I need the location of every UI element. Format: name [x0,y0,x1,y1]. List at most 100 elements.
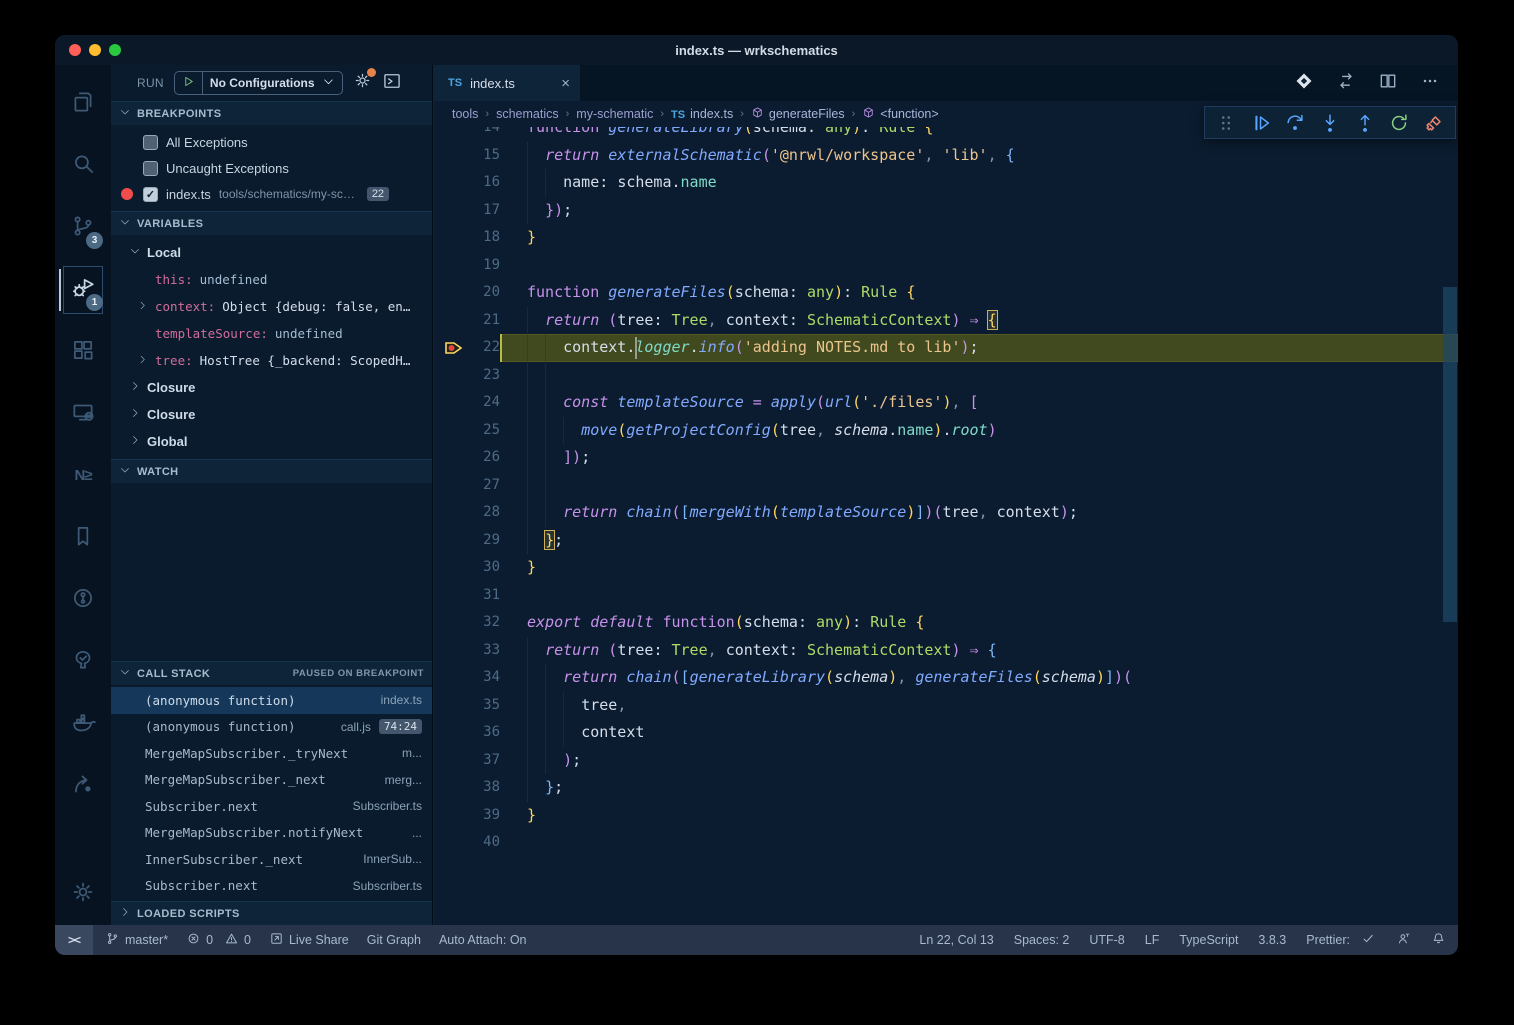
statusbar-feedback[interactable] [1396,931,1411,949]
line-number[interactable]: 37 [434,747,500,775]
breakpoint-row[interactable]: ✓index.tstools/schematics/my-sch...22 [111,181,432,207]
step-out-icon[interactable] [1354,112,1376,134]
code-line-40[interactable]: 40 [434,829,1458,857]
line-number[interactable]: 33 [434,637,500,665]
remote-indicator[interactable]: >< [55,925,93,955]
open-changes-icon[interactable] [1336,71,1356,96]
variables-scope-closure[interactable]: Closure [111,374,432,401]
line-number[interactable]: 40 [434,829,500,857]
call-stack-frame[interactable]: (anonymous function)index.ts [111,687,432,714]
restart-icon[interactable] [1388,112,1410,134]
breakpoint-row[interactable]: All Exceptions [111,129,432,155]
start-debug-icon[interactable] [182,75,195,91]
disconnect-icon[interactable] [1423,112,1445,134]
variable-row[interactable]: this:undefined [111,266,432,293]
line-number[interactable]: 27 [434,472,500,500]
line-number[interactable]: 24 [434,389,500,417]
statusbar-language[interactable]: TypeScript [1179,933,1238,947]
statusbar-cursor-position[interactable]: Ln 22, Col 13 [919,933,993,947]
line-number[interactable]: 38 [434,774,500,802]
debug-settings-gear-icon[interactable] [353,71,372,95]
code-line-32[interactable]: 32export default function(schema: any): … [434,609,1458,637]
chevron-right-icon[interactable] [137,299,148,314]
code-line-33[interactable]: 33 return (tree: Tree, context: Schemati… [434,637,1458,665]
code-line-25[interactable]: 25 move(getProjectConfig(tree, schema.na… [434,417,1458,445]
line-number[interactable]: 31 [434,582,500,610]
statusbar-prettier[interactable]: Prettier: [1306,931,1376,949]
line-number[interactable]: 19 [434,252,500,280]
line-number[interactable]: 14 [434,127,500,142]
line-number[interactable]: 18 [434,224,500,252]
line-number[interactable]: 28 [434,499,500,527]
call-stack-frame[interactable]: MergeMapSubscriber._tryNextm... [111,740,432,767]
activity-item-remote-explorer[interactable] [59,383,107,445]
code-line-36[interactable]: 36 context [434,719,1458,747]
statusbar-ts-version[interactable]: 3.8.3 [1258,933,1286,947]
breakpoint-row[interactable]: Uncaught Exceptions [111,155,432,181]
code-line-22[interactable]: 22 context.logger.info('adding NOTES.md … [434,334,1458,362]
statusbar-problems[interactable]: 00 [186,931,251,949]
maximize-window-button[interactable] [109,44,121,56]
breadcrumb-item[interactable]: TSindex.ts [671,107,733,121]
call-stack-frame[interactable]: MergeMapSubscriber._nextmerg... [111,767,432,794]
breadcrumb-item[interactable]: schematics [496,107,559,121]
activity-item-search[interactable] [59,135,107,197]
line-number[interactable]: 23 [434,362,500,390]
statusbar-auto-attach[interactable]: Auto Attach: On [439,933,527,947]
breadcrumb-item[interactable]: tools [452,107,478,121]
prettier-diamond-icon[interactable] [1294,71,1314,96]
step-over-icon[interactable] [1284,112,1306,134]
statusbar-notifications[interactable] [1431,931,1446,949]
activity-item-extensions[interactable] [59,321,107,383]
line-number[interactable]: 17 [434,197,500,225]
code-line-38[interactable]: 38 }; [434,774,1458,802]
variable-row[interactable]: context:Object {debug: false, en… [111,293,432,320]
split-editor-icon[interactable] [1378,71,1398,96]
code-line-24[interactable]: 24 const templateSource = apply(url('./f… [434,389,1458,417]
line-number[interactable]: 32 [434,609,500,637]
code-line-26[interactable]: 26 ]); [434,444,1458,472]
variable-row[interactable]: templateSource:undefined [111,320,432,347]
breakpoints-header[interactable]: BREAKPOINTS [111,101,432,125]
minimize-window-button[interactable] [89,44,101,56]
drag-handle-icon[interactable] [1215,112,1237,134]
breakpoint-checkbox[interactable]: ✓ [143,187,158,202]
code-line-31[interactable]: 31 [434,582,1458,610]
activity-item-gitlens[interactable] [59,569,107,631]
call-stack-frame[interactable]: MergeMapSubscriber.notifyNext... [111,820,432,847]
statusbar-live-share[interactable]: Live Share [269,931,349,949]
code-line-18[interactable]: 18} [434,224,1458,252]
breadcrumb-item[interactable]: generateFiles [751,106,845,122]
line-number[interactable]: 26 [434,444,500,472]
step-into-icon[interactable] [1319,112,1341,134]
code-line-17[interactable]: 17 }); [434,197,1458,225]
code-line-28[interactable]: 28 return chain([mergeWith(templateSourc… [434,499,1458,527]
variables-scope-closure[interactable]: Closure [111,401,432,428]
call-stack-frame[interactable]: InnerSubscriber._nextInnerSub... [111,846,432,873]
activity-item-deploy[interactable] [59,755,107,817]
code-editor[interactable]: 14function generateLibrary(schema: any):… [434,127,1458,925]
code-line-29[interactable]: 29 }; [434,527,1458,555]
activity-item-manage[interactable] [59,863,107,925]
variables-scope-local[interactable]: Local [111,239,432,266]
tab-index-ts[interactable]: TS index.ts × [434,65,580,101]
close-window-button[interactable] [69,44,81,56]
more-actions-icon[interactable] [1420,71,1440,96]
activity-item-explorer[interactable] [59,73,107,135]
line-number[interactable]: 21 [434,307,500,335]
line-number[interactable]: 20 [434,279,500,307]
activity-item-nx-console[interactable]: N≥ [59,445,107,507]
code-line-30[interactable]: 30} [434,554,1458,582]
code-line-23[interactable]: 23 [434,362,1458,390]
continue-icon[interactable] [1250,112,1272,134]
variables-scope-global[interactable]: Global [111,428,432,455]
line-number[interactable]: 15 [434,142,500,170]
breadcrumb-item[interactable]: <function> [862,106,938,122]
statusbar-git-graph[interactable]: Git Graph [367,933,421,947]
statusbar-encoding[interactable]: UTF-8 [1089,933,1124,947]
statusbar-branch[interactable]: master* [105,931,168,949]
line-number[interactable]: 16 [434,169,500,197]
chevron-right-icon[interactable] [137,353,148,368]
line-number[interactable]: 25 [434,417,500,445]
code-line-27[interactable]: 27 [434,472,1458,500]
